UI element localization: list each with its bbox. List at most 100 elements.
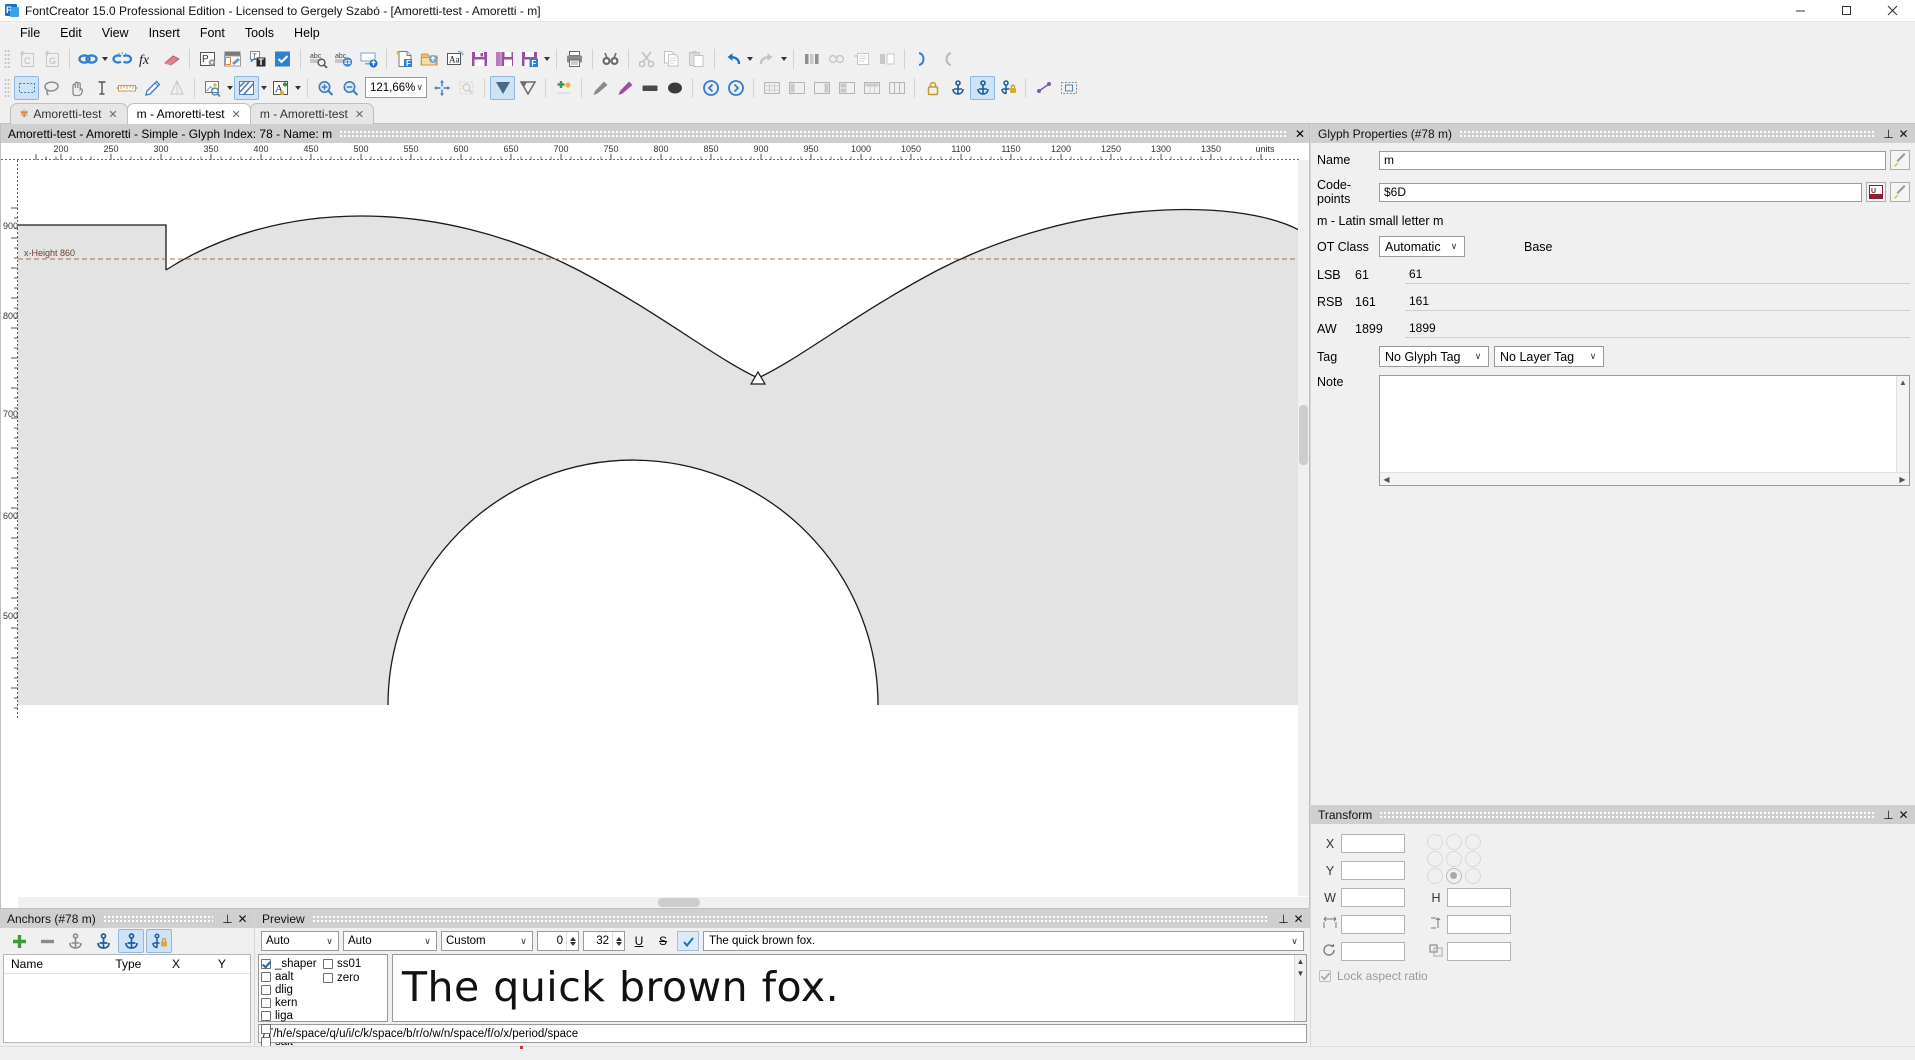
web-preview-icon[interactable]: abc <box>331 47 356 71</box>
slant-vertical-input[interactable] <box>1447 915 1511 934</box>
brush-grey-icon[interactable] <box>587 76 612 100</box>
hatch-tool-icon[interactable] <box>234 75 259 100</box>
lock-icon[interactable] <box>920 76 945 100</box>
tab-m-amoretti-test-2[interactable]: m - Amoretti-test ✕ <box>249 103 375 124</box>
feature-checkbox[interactable] <box>323 959 333 970</box>
strikethrough-button[interactable]: S <box>653 931 673 951</box>
editor-vertical-scrollbar[interactable] <box>1298 160 1309 896</box>
anchor-cell-bottom-left[interactable] <box>1427 868 1443 884</box>
feature-checkbox[interactable] <box>261 998 271 1008</box>
transform-y-input[interactable] <box>1341 861 1405 880</box>
feature-item[interactable]: liga <box>261 1010 323 1022</box>
transform-x-input[interactable] <box>1341 834 1405 853</box>
brush-purple-icon[interactable] <box>612 76 637 100</box>
add-anchor-button[interactable] <box>6 929 32 953</box>
preview-text-combo[interactable]: The quick brown fox. ∨ <box>703 931 1304 951</box>
glyph-overlay-dropdown-icon[interactable] <box>293 76 302 100</box>
undo-icon[interactable] <box>720 47 745 71</box>
vertical-ruler[interactable]: 900 800 700 600 500 <box>1 160 18 908</box>
prev-glyph-icon[interactable] <box>698 76 723 100</box>
pin-icon[interactable]: ⊥ <box>1276 912 1291 926</box>
menu-tools[interactable]: Tools <box>235 24 284 42</box>
feature-item[interactable]: _shaper <box>261 958 323 970</box>
codepoints-wand-button[interactable] <box>1890 182 1910 202</box>
fill-outline-icon[interactable] <box>515 76 540 100</box>
name-input[interactable]: m <box>1379 150 1886 170</box>
maximize-button[interactable] <box>1823 0 1869 22</box>
feature-item[interactable]: zero <box>323 972 385 985</box>
tab-close-icon[interactable]: ✕ <box>108 108 117 121</box>
cut-icon[interactable] <box>634 47 659 71</box>
copy-icon[interactable] <box>659 47 684 71</box>
preview-close-icon[interactable]: ✕ <box>1291 912 1306 926</box>
tab-close-icon[interactable]: ✕ <box>355 108 364 121</box>
scroll-up-icon[interactable]: ▲ <box>1897 376 1909 389</box>
glyph-outline[interactable]: x-Height 860 <box>18 160 1299 705</box>
zoom-selection-icon[interactable] <box>454 76 479 100</box>
rsb-input[interactable]: 161 <box>1405 292 1910 311</box>
rotate-input[interactable] <box>1341 942 1405 961</box>
undo-dropdown-icon[interactable] <box>745 47 754 71</box>
select-tool-icon[interactable] <box>14 75 39 100</box>
opentype-features-list[interactable]: _shaper aalt dlig kern liga onum salt ss… <box>258 954 388 1048</box>
otclass-select[interactable]: Automatic ∨ <box>1379 236 1465 257</box>
find-icon[interactable] <box>598 47 623 71</box>
open-font-icon[interactable] <box>417 47 442 71</box>
feature-item[interactable]: ss01 <box>323 958 385 971</box>
scroll-up-icon[interactable]: ▲ <box>1295 955 1306 967</box>
glyph-canvas[interactable]: x-Height 860 <box>18 160 1309 908</box>
scroll-right-icon[interactable]: ▶ <box>1896 473 1909 485</box>
preview-size-stepper[interactable]: 32 <box>583 931 625 951</box>
anchor-cell-top-right[interactable] <box>1465 834 1481 850</box>
hatch-dropdown-icon[interactable] <box>259 76 268 100</box>
curve-b-icon[interactable] <box>910 47 935 71</box>
measure-tool-icon[interactable] <box>114 76 139 100</box>
project-settings-icon[interactable]: P <box>195 47 220 71</box>
link-glyph-icon[interactable] <box>75 47 100 71</box>
install-font-icon[interactable] <box>356 47 381 71</box>
anchor-cell-top-center[interactable] <box>1446 834 1462 850</box>
transform-close-icon[interactable]: ✕ <box>1896 808 1911 822</box>
note-vertical-scrollbar[interactable]: ▲ ▼ <box>1896 376 1909 485</box>
columns-panel-icon[interactable] <box>884 76 909 100</box>
anchor-icon[interactable] <box>945 76 970 100</box>
pen-tool-icon[interactable] <box>139 76 164 100</box>
editor-close-icon[interactable]: ✕ <box>1295 127 1305 141</box>
feature-checkbox[interactable] <box>261 985 271 995</box>
table-panel-icon[interactable] <box>859 76 884 100</box>
menu-edit[interactable]: Edit <box>50 24 92 42</box>
anchor-cell-top-left[interactable] <box>1427 834 1443 850</box>
transform-text-icon[interactable]: TT <box>245 47 270 71</box>
anchor-cell-middle-center[interactable] <box>1446 851 1462 867</box>
curve-c-icon[interactable] <box>935 47 960 71</box>
features-toggle-button[interactable] <box>677 931 699 951</box>
minimize-button[interactable] <box>1777 0 1823 22</box>
menu-insert[interactable]: Insert <box>139 24 190 42</box>
fill-dark-icon[interactable] <box>490 75 515 100</box>
toolbar-grip[interactable] <box>4 48 11 69</box>
save-all-icon[interactable] <box>492 47 517 71</box>
anchor-cell-bottom-center[interactable] <box>1446 868 1462 884</box>
zoom-level-combo[interactable]: 121,66% ∨ <box>365 77 427 98</box>
scale-input[interactable] <box>1447 942 1511 961</box>
tab-amoretti-test-font[interactable]: ✾ Amoretti-test ✕ <box>10 103 128 124</box>
anchor-cell-bottom-right[interactable] <box>1465 868 1481 884</box>
preview-tracking-stepper[interactable]: 0 <box>537 931 579 951</box>
feature-item[interactable]: aalt <box>261 971 323 983</box>
layer-tag-select[interactable]: No Layer Tag ∨ <box>1494 346 1604 367</box>
image-tool-dropdown-icon[interactable] <box>225 76 234 100</box>
name-wand-button[interactable] <box>1890 150 1910 170</box>
tab-m-amoretti-test-1[interactable]: m - Amoretti-test ✕ <box>126 103 251 124</box>
text-tool-icon[interactable] <box>89 76 114 100</box>
circles-icon[interactable] <box>824 47 849 71</box>
glyph-overlay-icon[interactable]: A <box>268 76 293 100</box>
aw-input[interactable]: 1899 <box>1405 319 1910 338</box>
pin-icon[interactable]: ⊥ <box>220 912 235 926</box>
next-glyph-icon[interactable] <box>723 76 748 100</box>
preview-mode-select[interactable]: Custom ∨ <box>441 931 533 951</box>
remove-anchor-button[interactable] <box>34 929 60 953</box>
anchor-tool-button[interactable] <box>62 929 88 953</box>
function-fx-icon[interactable]: fx <box>134 47 159 71</box>
anchors-list[interactable]: Name Type X Y <box>3 954 251 1043</box>
unlink-glyph-icon[interactable] <box>109 47 134 71</box>
